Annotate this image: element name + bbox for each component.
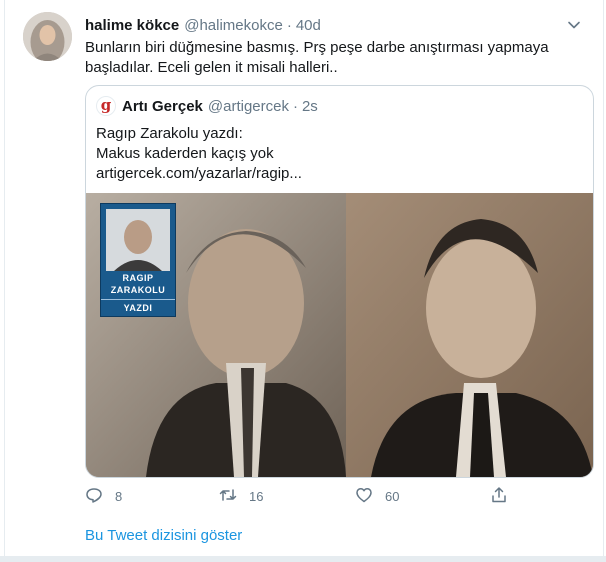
chevron-down-icon[interactable]	[565, 16, 583, 34]
share-button[interactable]	[490, 484, 508, 508]
separator-dot: ·	[286, 16, 292, 34]
quoted-time: 2s	[301, 97, 318, 115]
reply-count: 8	[115, 488, 123, 504]
author-handle[interactable]: @halimekokce	[184, 17, 283, 34]
quoted-logo-glyph: g	[100, 95, 112, 114]
author-badge: RAGIP ZARAKOLU YAZDI	[100, 203, 176, 317]
reply-icon	[85, 486, 103, 507]
badge-divider	[101, 299, 175, 300]
like-icon	[355, 486, 373, 507]
share-icon	[490, 486, 508, 507]
like-button[interactable]: 60	[355, 484, 399, 508]
tweet-text-line: Bunların biri düğmesine basmış. Prş peşe…	[85, 39, 549, 56]
badge-text: ZARAKOLU	[110, 285, 166, 295]
quoted-author-handle: @artigercek	[207, 97, 289, 115]
tweet-text-line: başladılar. Eceli gelen it misali haller…	[85, 59, 338, 76]
quoted-author-name: Artı Gerçek	[122, 97, 203, 115]
badge-text: YAZDI	[123, 303, 153, 313]
quoted-text-line: Makus kaderden kaçış yok	[96, 145, 274, 162]
badge-text: RAGIP	[122, 273, 154, 283]
badge-photo	[106, 209, 170, 271]
tweet-time[interactable]: 40d	[296, 17, 321, 34]
retweet-button[interactable]: 16	[219, 484, 263, 508]
author-name[interactable]: halime kökce	[85, 17, 179, 34]
show-thread-link[interactable]: Bu Tweet dizisini göster	[85, 527, 242, 544]
retweet-icon	[219, 486, 237, 507]
quoted-link: artigercek.com/yazarlar/ragip...	[96, 165, 302, 182]
reply-button[interactable]: 8	[85, 484, 122, 508]
tweet-actions: 8 16 60	[85, 484, 535, 508]
author-avatar[interactable]	[23, 12, 72, 61]
retweet-count: 16	[249, 488, 264, 504]
quoted-tweet[interactable]: g Artı Gerçek @artigercek · 2s Ragıp Zar…	[85, 85, 594, 478]
tweet-text: Bunların biri düğmesine basmış. Prş peşe…	[85, 38, 565, 78]
separator-dot: ·	[292, 97, 298, 115]
quoted-avatar: g	[96, 96, 116, 116]
quoted-text-line: Ragıp Zarakolu yazdı:	[96, 125, 243, 142]
quoted-text: Ragıp Zarakolu yazdı: Makus kaderden kaç…	[96, 124, 576, 184]
quoted-header: g Artı Gerçek @artigercek · 2s	[96, 96, 318, 116]
tweet-card[interactable]: halime kökce @halimekokce · 40d Bunların…	[4, 0, 604, 558]
bottom-divider	[0, 556, 606, 562]
tweet-header: halime kökce @halimekokce · 40d	[85, 14, 583, 36]
like-count: 60	[385, 488, 400, 504]
quoted-media-image: RAGIP ZARAKOLU YAZDI	[86, 193, 593, 477]
